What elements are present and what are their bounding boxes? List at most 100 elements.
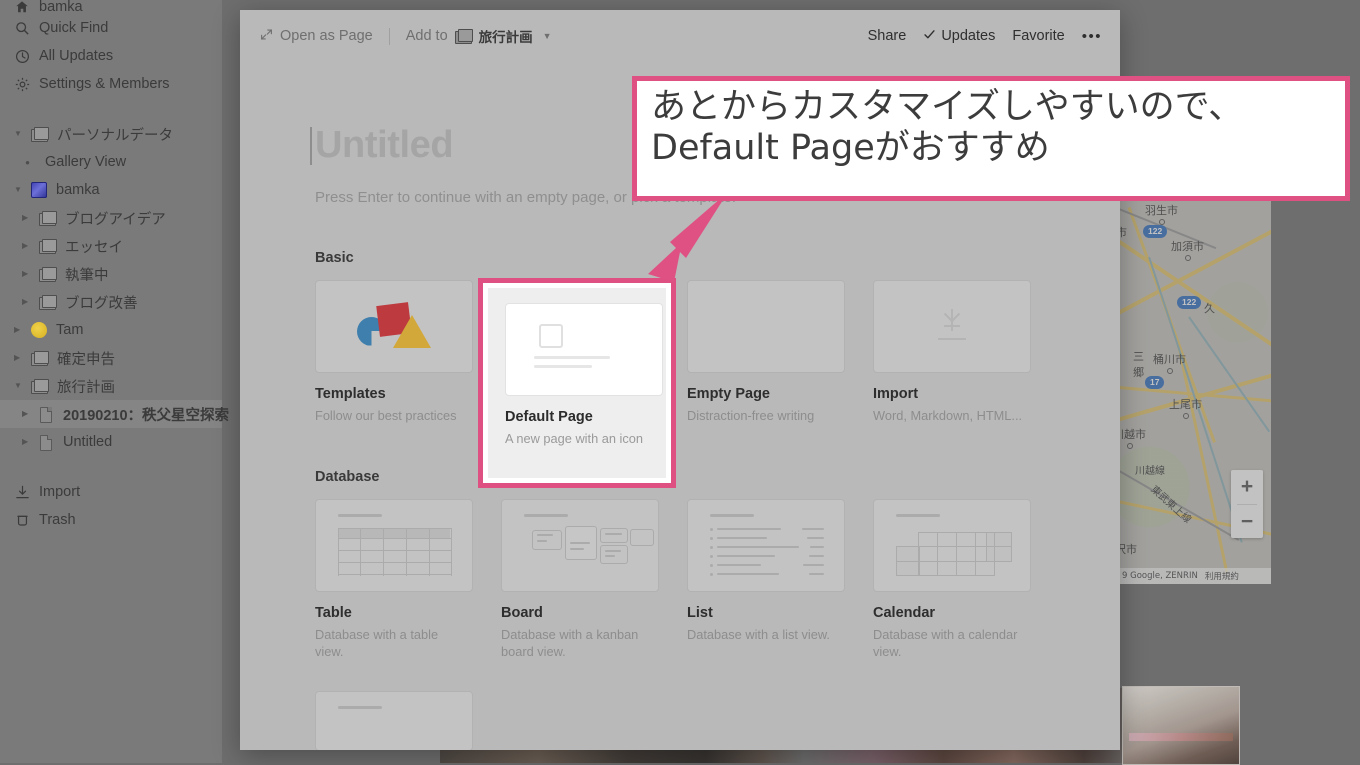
next-row-partial-card[interactable]	[315, 690, 1120, 750]
chevron-right-icon[interactable]	[14, 354, 25, 362]
sidebar-tree-item-bamka[interactable]: bamka	[0, 176, 222, 204]
chevron-down-icon[interactable]	[14, 382, 25, 390]
card-thumbnail	[687, 498, 845, 592]
template-card-templates[interactable]: Templates Follow our best practices	[315, 280, 475, 425]
sidebar-item-label: 執筆中	[65, 267, 109, 284]
sidebar-tree-item-gallery-view[interactable]: • Gallery View	[0, 148, 222, 176]
chevron-right-icon[interactable]	[22, 298, 33, 306]
chevron-down-icon[interactable]	[14, 130, 25, 138]
list-icon	[710, 526, 826, 578]
card-thumbnail	[315, 280, 473, 373]
card-description: Database with a calendar view.	[873, 626, 1018, 660]
home-icon	[14, 0, 30, 14]
sidebar: bamka Quick Find All Updates Settings & …	[0, 0, 229, 763]
sidebar-tree-item-tax-return[interactable]: 確定申告	[0, 344, 222, 372]
chevron-right-icon[interactable]	[22, 410, 33, 418]
card-title: Default Page	[505, 409, 593, 425]
default-page-icon	[506, 304, 662, 395]
sidebar-item-all-updates[interactable]: All Updates	[0, 42, 222, 70]
sidebar-item-label: ブログアイデア	[65, 211, 166, 228]
import-icon	[14, 484, 30, 500]
card-description: Follow our best practices	[315, 408, 457, 423]
toolbar-divider	[388, 27, 390, 45]
sidebar-item-label: パーソナルデータ	[57, 127, 173, 144]
template-card-default-page[interactable]: Default Page A new page with an icon	[488, 288, 666, 478]
card-title: Empty Page	[687, 386, 770, 402]
template-card-import[interactable]: Import Word, Markdown, HTML...	[873, 280, 1033, 425]
chevron-down-icon[interactable]: ▼	[543, 31, 552, 41]
favorite-button[interactable]: Favorite	[1012, 28, 1064, 44]
card-title: Table	[315, 604, 352, 621]
sidebar-tree-item-personal-data[interactable]: パーソナルデータ	[0, 120, 222, 148]
sidebar-tree-item-essay[interactable]: エッセイ	[0, 232, 222, 260]
updates-button[interactable]: Updates	[923, 28, 995, 45]
sidebar-item-label: bamka	[56, 182, 100, 198]
card-description: Distraction-free writing	[687, 408, 815, 423]
folder-icon	[31, 379, 49, 394]
doc-icon	[39, 406, 54, 423]
chevron-right-icon[interactable]	[22, 438, 33, 446]
section-title-database: Database	[315, 468, 380, 485]
sidebar-item-quick-find[interactable]: Quick Find	[0, 14, 222, 42]
sidebar-item-label: ブログ改善	[65, 295, 138, 312]
template-card-default-page-highlight[interactable]: Default Page A new page with an icon	[478, 278, 676, 488]
mini-header-bar	[338, 513, 382, 517]
template-card-table[interactable]: Table Database with a table view.	[315, 498, 475, 661]
sidebar-tree-item-blog-ideas[interactable]: ブログアイデア	[0, 204, 222, 232]
sidebar-item-label: 20190210：秩父星空探索	[63, 407, 230, 424]
card-thumbnail	[873, 280, 1031, 373]
check-icon	[923, 28, 936, 45]
template-card-calendar[interactable]: Calendar Database with a calendar view.	[873, 498, 1033, 661]
sidebar-tree-item-travel-plan[interactable]: 旅行計画	[0, 372, 222, 400]
card-title: List	[687, 604, 713, 621]
clock-icon	[14, 48, 30, 64]
card-title: Board	[501, 604, 543, 621]
page-title[interactable]: Untitled	[310, 124, 454, 167]
bullet-icon: •	[25, 154, 30, 170]
sidebar-tree-item-writing[interactable]: 執筆中	[0, 260, 222, 288]
folder-icon	[39, 211, 57, 226]
card-thumbnail	[505, 303, 663, 396]
card-description: Database with a list view.	[687, 626, 830, 642]
sidebar-item-label: All Updates	[39, 48, 114, 64]
sidebar-tree-item-blog-improve[interactable]: ブログ改善	[0, 288, 222, 316]
card-thumbnail	[501, 498, 659, 592]
card-title: Calendar	[873, 604, 936, 621]
chevron-right-icon[interactable]	[22, 270, 33, 278]
mini-header-bar	[710, 513, 754, 517]
add-to-destination-button[interactable]: Add to 旅行計画 ▼	[406, 26, 552, 46]
sidebar-item-label: 確定申告	[57, 351, 115, 368]
sidebar-item-label: Settings & Members	[39, 76, 170, 92]
chevron-right-icon[interactable]	[14, 326, 25, 334]
chevron-right-icon[interactable]	[22, 242, 33, 250]
card-description: Database with a kanban board view.	[501, 626, 639, 660]
card-thumbnail	[873, 498, 1031, 592]
open-as-page-button[interactable]: Open as Page	[260, 28, 373, 45]
folder-icon	[454, 29, 473, 44]
sidebar-item-trash[interactable]: Trash	[0, 506, 222, 534]
sidebar-item-settings-members[interactable]: Settings & Members	[0, 70, 222, 98]
chevron-down-icon[interactable]	[14, 186, 25, 194]
chevron-right-icon[interactable]	[22, 214, 33, 222]
template-card-list[interactable]: List Database with a list view.	[687, 498, 847, 661]
sidebar-workspace-header[interactable]: bamka	[0, 0, 222, 14]
modal-toolbar: Open as Page Add to 旅行計画 ▼ Share Updates…	[240, 10, 1120, 62]
mini-header-bar	[338, 705, 382, 709]
more-options-icon[interactable]: •••	[1082, 28, 1102, 45]
map-widget[interactable]: 122 122 17 羽生市 加須市 市 久 三郷 桶川市 上尾市 川越市 川越…	[1119, 196, 1271, 584]
card-description: A new page with an icon	[505, 431, 644, 446]
download-icon	[932, 307, 972, 347]
template-card-board[interactable]: Board Database with a kanban board view.	[501, 498, 661, 661]
sidebar-tree-item-tam[interactable]: Tam	[0, 316, 222, 344]
folder-icon	[31, 351, 49, 366]
annotation-line-1: あとからカスタマイズしやすいので、	[651, 87, 1244, 127]
sidebar-item-label: エッセイ	[65, 239, 123, 256]
gear-icon	[14, 76, 30, 92]
sidebar-tree-item-chichibu-stargazing[interactable]: 20190210：秩父星空探索	[0, 400, 229, 428]
sidebar-item-import[interactable]: Import	[0, 478, 222, 506]
sidebar-tree-item-untitled[interactable]: Untitled	[0, 428, 222, 456]
share-button[interactable]: Share	[868, 28, 907, 44]
doc-icon	[39, 434, 54, 451]
